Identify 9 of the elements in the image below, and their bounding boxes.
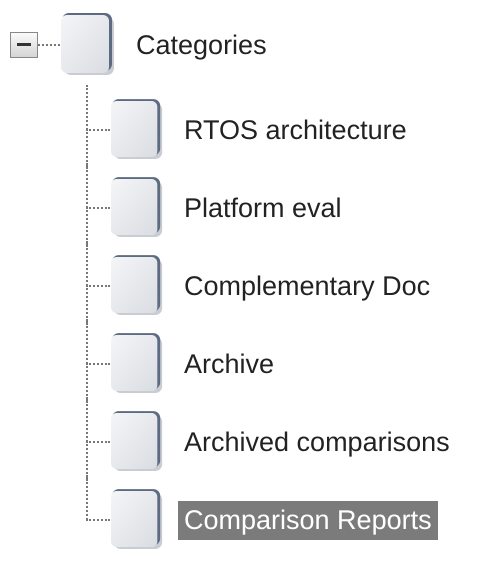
tree-item-label[interactable]: RTOS architecture <box>178 110 413 150</box>
tree-item-label[interactable]: Platform eval <box>178 188 348 228</box>
tree-item-label[interactable]: Archive <box>178 344 280 384</box>
tree-item-label[interactable]: Categories <box>130 26 273 64</box>
minus-icon <box>17 43 31 47</box>
tree-item-label[interactable]: Complementary Doc <box>178 266 436 306</box>
tree-item-label[interactable]: Comparison Reports <box>178 500 438 540</box>
collapse-toggle[interactable] <box>10 32 38 58</box>
tree-item-label[interactable]: Archived comparisons <box>178 422 456 462</box>
